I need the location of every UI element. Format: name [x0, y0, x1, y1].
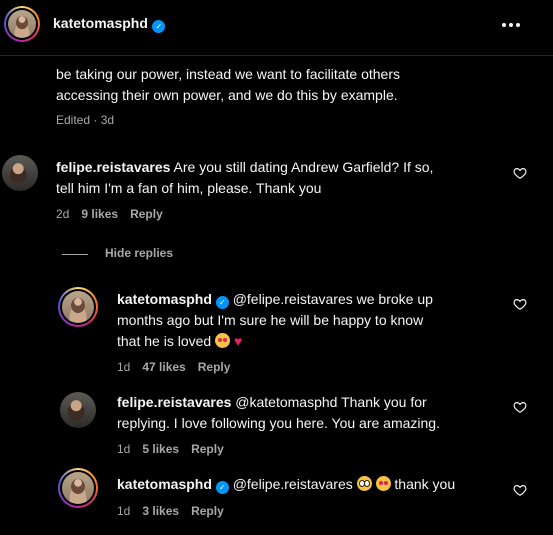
caption-line: accessing their own power, and we do thi… — [56, 87, 398, 103]
verified-badge-icon: ✓ — [152, 20, 166, 33]
reply-time: 1d — [117, 504, 131, 518]
caption-text: be taking our power, instead we want to … — [56, 64, 526, 106]
reply-button[interactable]: Reply — [130, 207, 163, 221]
reply-text: replying. I love following you here. You… — [117, 415, 440, 431]
reply-body: felipe.reistavares @katetomasphd Thank y… — [117, 392, 497, 434]
likes-count[interactable]: 5 likes — [142, 442, 179, 456]
reply-text: that he is loved — [117, 333, 212, 349]
reply-meta: 1d 47 likes Reply — [117, 360, 230, 374]
likes-count[interactable]: 47 likes — [142, 360, 185, 374]
story-ring[interactable] — [58, 468, 98, 508]
comment-text: Are you still dating Andrew Garfield? If… — [173, 159, 434, 175]
avatar[interactable] — [62, 291, 94, 323]
avatar[interactable] — [8, 10, 36, 38]
reply-text: thank you — [394, 476, 456, 492]
edited-label: Edited · 3d — [56, 113, 115, 127]
hide-replies-line — [62, 254, 88, 255]
mention-link[interactable]: @katetomasphd — [235, 394, 337, 410]
verified-badge-icon: ✓ — [215, 481, 229, 494]
verified-badge-icon: ✓ — [215, 296, 229, 309]
story-ring[interactable] — [58, 287, 98, 327]
comment-body: felipe.reistavares Are you still dating … — [56, 157, 496, 199]
reply-time: 1d — [117, 442, 131, 456]
story-ring[interactable] — [4, 6, 40, 42]
header-username[interactable]: katetomasphd — [53, 15, 148, 31]
avatar[interactable] — [62, 472, 94, 504]
comment-username[interactable]: felipe.reistavares — [56, 159, 170, 175]
reply-button[interactable]: Reply — [191, 442, 224, 456]
reply-meta: 1d 3 likes Reply — [117, 504, 224, 518]
more-options-icon[interactable] — [499, 13, 523, 37]
like-heart-icon[interactable] — [513, 297, 527, 311]
caption-line: be taking our power, instead we want to … — [56, 66, 400, 82]
comment-time: 2d — [56, 207, 70, 221]
header-user: katetomasphd ✓ — [53, 15, 166, 33]
reply-text: Thank you for — [337, 394, 427, 410]
reply-username[interactable]: katetomasphd — [117, 291, 212, 307]
smiling-face-with-hearts-icon — [215, 333, 231, 348]
mention-link[interactable]: @felipe.reistavares — [233, 291, 353, 307]
reply-text: months ago but I'm sure he will be happy… — [117, 312, 424, 328]
red-heart-icon: ♥ — [233, 333, 243, 349]
mention-link[interactable]: @felipe.reistavares — [233, 476, 353, 492]
reply-time: 1d — [117, 360, 131, 374]
like-heart-icon[interactable] — [513, 483, 527, 497]
reply-username[interactable]: katetomasphd — [117, 476, 212, 492]
likes-count[interactable]: 3 likes — [142, 504, 179, 518]
post-header: katetomasphd ✓ — [0, 0, 553, 56]
like-heart-icon[interactable] — [513, 166, 527, 180]
likes-count[interactable]: 9 likes — [81, 207, 118, 221]
reply-text: we broke up — [352, 291, 433, 307]
hide-replies-button[interactable]: Hide replies — [105, 246, 173, 260]
reply-button[interactable]: Reply — [191, 504, 224, 518]
caption-meta: Edited · 3d — [56, 113, 114, 127]
avatar[interactable] — [60, 392, 96, 428]
comment-meta: 2d 9 likes Reply — [56, 207, 163, 221]
comment-text: tell him I'm a fan of him, please. Thank… — [56, 180, 322, 196]
reply-body: katetomasphd ✓ @felipe.reistavares we br… — [117, 289, 497, 352]
reply-meta: 1d 5 likes Reply — [117, 442, 224, 456]
reply-button[interactable]: Reply — [198, 360, 231, 374]
smiling-face-with-hearts-icon — [375, 476, 391, 491]
flushed-face-icon — [356, 476, 372, 491]
reply-username[interactable]: felipe.reistavares — [117, 394, 231, 410]
hide-replies[interactable]: Hide replies — [105, 246, 173, 260]
reply-body: katetomasphd ✓ @felipe.reistavares thank… — [117, 474, 507, 495]
avatar[interactable] — [2, 155, 38, 191]
like-heart-icon[interactable] — [513, 400, 527, 414]
